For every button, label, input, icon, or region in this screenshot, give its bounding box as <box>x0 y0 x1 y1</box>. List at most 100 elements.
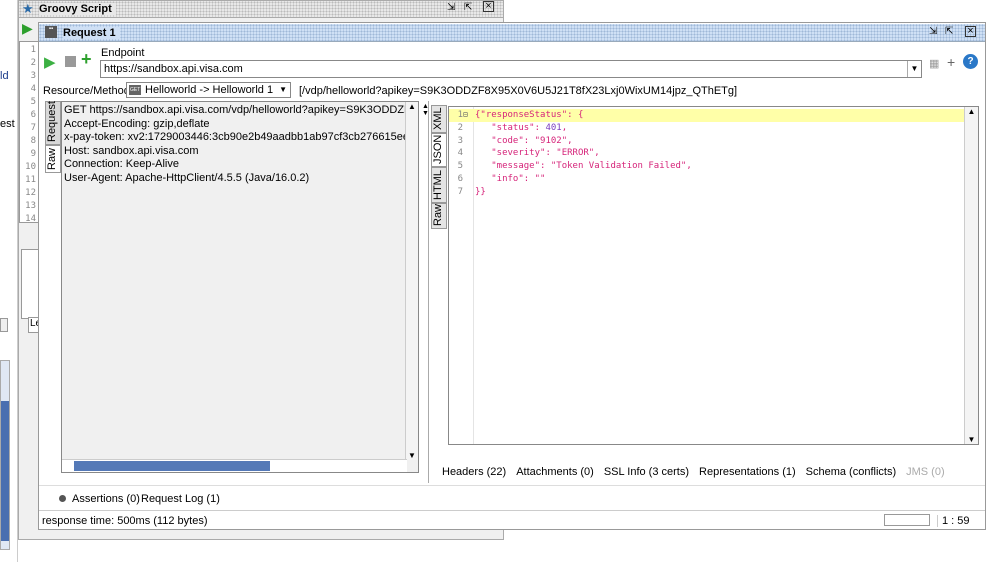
edit-icon[interactable]: ▦ <box>929 57 939 70</box>
json-text: "code": "9102", <box>475 135 573 146</box>
add-icon[interactable]: + <box>81 49 92 70</box>
raw-line: User-Agent: Apache-HttpClient/4.5.5 (Jav… <box>64 171 310 184</box>
background-text: ld <box>0 70 9 82</box>
raw-line: x-pay-token: xv2:1729003446:3cb90e2b49aa… <box>64 131 407 143</box>
star-icon: ★ <box>22 1 34 16</box>
tab-assertions[interactable]: Assertions (0) <box>72 493 140 505</box>
endpoint-label: Endpoint <box>101 47 145 59</box>
raw-line: Accept-Encoding: gzip,deflate <box>64 117 210 130</box>
line-number: 6 <box>457 173 463 184</box>
plus-icon[interactable]: + <box>947 54 955 70</box>
background-list[interactable] <box>0 360 10 550</box>
background-left-panel: ld est <box>0 0 18 562</box>
tab-request-log[interactable]: Request Log (1) <box>141 493 220 505</box>
json-text: "status": 401, <box>475 122 568 133</box>
collapse-icon[interactable]: ⊟ <box>463 109 475 122</box>
line-number: 4 <box>457 148 463 159</box>
close-icon[interactable]: × <box>965 26 976 37</box>
groovy-title: Groovy Script <box>39 3 116 15</box>
chevron-down-icon[interactable]: ▼ <box>907 61 921 77</box>
request-title-bar: ▪▪ Request 1 ⇲ ⇱ × <box>39 24 985 42</box>
tab-html[interactable]: HTML <box>431 167 447 203</box>
json-line: 2 "status": 401, <box>449 122 965 135</box>
get-method-icon: GET <box>129 85 142 95</box>
line-number: 12 <box>25 188 36 198</box>
response-tab-bar: Headers (22) Attachments (0) SSL Info (3 c… <box>442 466 955 478</box>
run-icon[interactable]: ▶ <box>22 20 33 37</box>
resource-label: Resource/Method: <box>43 85 133 97</box>
json-line: 6 "info": "" <box>449 173 965 186</box>
response-pane: XML JSON HTML Raw 1 ⊟ {"responseStatus": {… <box>428 101 985 483</box>
stop-icon[interactable] <box>65 56 76 67</box>
request-window: ▪▪ Request 1 ⇲ ⇱ × ▶ + Endpoint https://… <box>38 22 986 530</box>
json-response-editor[interactable]: 1 ⊟ {"responseStatus": {2 "status": 401, 3 … <box>448 106 979 445</box>
line-number: 1 <box>30 45 36 55</box>
restore-icon[interactable]: ⇲ <box>929 26 937 37</box>
json-line: 5 "message": "Token Validation Failed", <box>449 160 965 173</box>
horizontal-scrollbar[interactable] <box>62 459 407 472</box>
line-number: 3 <box>457 135 463 146</box>
line-number: 9 <box>30 149 36 159</box>
line-number: 3 <box>30 71 36 81</box>
response-tab[interactable]: Representations (1) <box>699 466 796 478</box>
maximize-icon[interactable]: ⇱ <box>464 2 472 13</box>
tab-request[interactable]: Request <box>45 101 61 145</box>
chevron-down-icon: ▼ <box>279 85 287 94</box>
line-number: 11 <box>25 175 36 185</box>
json-line: 7}} <box>449 186 965 199</box>
rest-icon: ▪▪ <box>45 26 57 38</box>
help-icon[interactable]: ? <box>963 54 978 69</box>
line-number: 7 <box>457 186 463 197</box>
line-number: 8 <box>30 136 36 146</box>
groovy-editor[interactable]: 1 2 3 4 5 6 7 8 9 10 11 12 13 14 <box>19 41 39 224</box>
raw-request-text[interactable]: GET https://sandbox.api.visa.com/vdp/hel… <box>61 101 419 473</box>
line-number: 2 <box>457 122 463 133</box>
raw-line: GET https://sandbox.api.visa.com/vdp/hel… <box>64 104 407 116</box>
line-number: 5 <box>30 97 36 107</box>
json-text: }} <box>475 186 486 197</box>
maximize-icon[interactable]: ⇱ <box>945 26 953 37</box>
json-line: 4 "severity": "ERROR", <box>449 147 965 160</box>
status-bar: response time: 500ms (112 bytes) 1 : 59 <box>39 510 985 529</box>
resource-select[interactable]: GET Helloworld -> Helloworld 1 ▼ <box>126 82 291 98</box>
response-tab[interactable]: SSL Info (3 certs) <box>604 466 689 478</box>
submit-request-icon[interactable]: ▶ <box>44 53 56 71</box>
line-number: 5 <box>457 161 463 172</box>
endpoint-input[interactable]: https://sandbox.api.visa.com ▼ <box>100 60 922 78</box>
raw-line: Connection: Keep-Alive <box>64 158 179 170</box>
restore-icon[interactable]: ⇲ <box>447 2 455 13</box>
response-time: response time: 500ms (112 bytes) <box>42 515 208 527</box>
vertical-scrollbar[interactable]: ▲ ▼ <box>964 107 978 444</box>
background-dropdown[interactable] <box>0 318 8 332</box>
resource-path: [/vdp/helloworld?apikey=S9K3ODDZF8X95X0V… <box>299 85 738 97</box>
line-number: 7 <box>30 123 36 133</box>
close-icon[interactable]: × <box>483 1 494 12</box>
line-number: 10 <box>25 162 36 172</box>
line-number: 1 <box>457 110 463 120</box>
request-title: Request 1 <box>63 27 120 39</box>
tab-raw[interactable]: Raw <box>431 203 447 229</box>
raw-line: Host: sandbox.api.visa.com <box>64 144 199 157</box>
groovy-log-area <box>21 249 39 319</box>
bottom-tab-bar: Assertions (0) Request Log (1) <box>39 485 985 510</box>
status-dot-icon <box>59 495 66 502</box>
tab-raw[interactable]: Raw <box>45 145 61 173</box>
line-number: 6 <box>30 110 36 120</box>
json-line: 1 ⊟ {"responseStatus": { <box>449 109 965 122</box>
vertical-scrollbar[interactable]: ▲ ▼ <box>405 102 418 460</box>
response-tab[interactable]: JMS (0) <box>906 466 945 478</box>
line-number: 2 <box>30 58 36 68</box>
background-text: est <box>0 118 15 130</box>
line-number: 4 <box>30 84 36 94</box>
response-tab[interactable]: Headers (22) <box>442 466 506 478</box>
tab-xml[interactable]: XML <box>431 105 447 133</box>
json-text: "message": "Token Validation Failed", <box>475 161 692 172</box>
response-tab[interactable]: Attachments (0) <box>516 466 594 478</box>
response-tab[interactable]: Schema (conflicts) <box>806 466 896 478</box>
tab-json[interactable]: JSON <box>431 133 447 167</box>
json-line: 3 "code": "9102", <box>449 135 965 148</box>
progress-box <box>884 514 930 526</box>
groovy-title-bar: ★ Groovy Script ⇲ ⇱ × <box>19 1 503 18</box>
json-text: {"responseStatus": { <box>475 110 584 120</box>
cursor-position: 1 : 59 <box>937 515 970 527</box>
